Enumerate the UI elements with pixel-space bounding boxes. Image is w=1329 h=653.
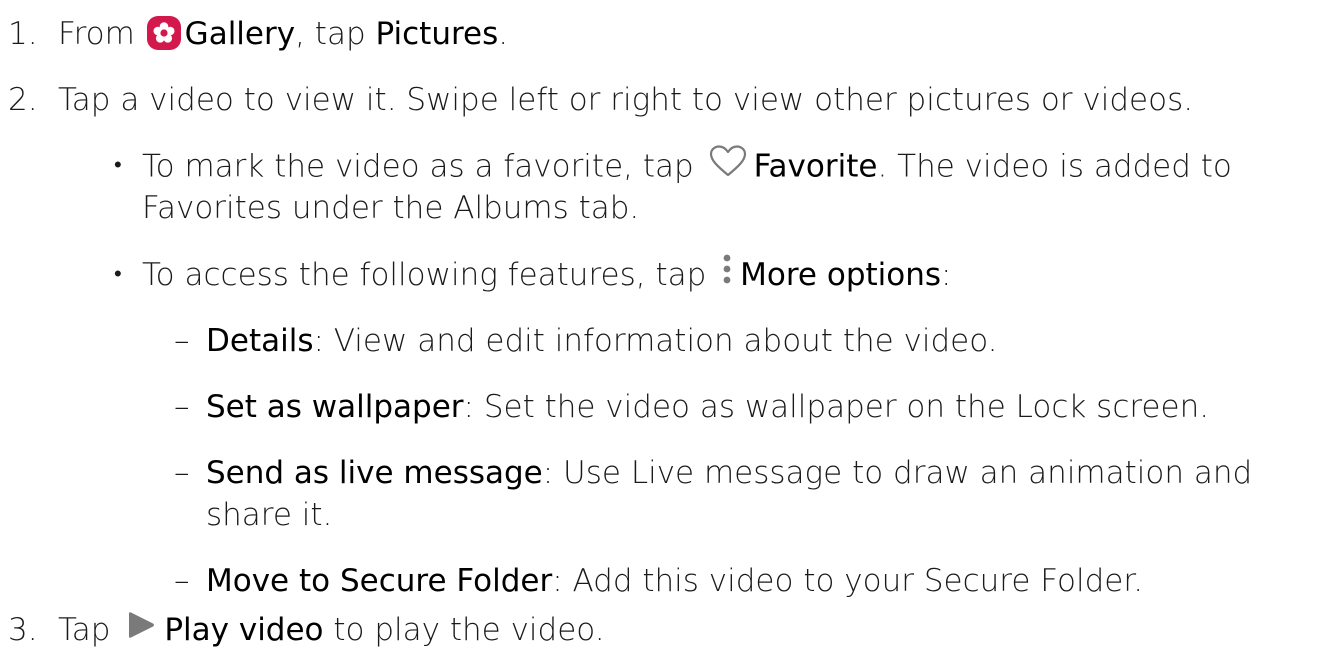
more-options-icon: [722, 254, 732, 294]
step-number: 3.: [8, 612, 38, 648]
play-video-label: Play video: [164, 612, 324, 648]
step-text: Tap: [58, 612, 111, 648]
sub-item-desc: : Set the video as wallpaper on the Lock…: [463, 389, 1210, 425]
dash-marker: –: [174, 563, 190, 599]
sub-item-label: Set as wallpaper: [206, 389, 464, 425]
bullet-dot: •: [114, 262, 122, 287]
gallery-icon: [146, 15, 181, 50]
bullet-dot: •: [114, 153, 122, 178]
favorite-label: Favorite: [753, 148, 878, 185]
bullet-text: To access the following features, tap: [142, 257, 707, 293]
step-text: , tap: [295, 16, 376, 52]
sub-item-desc: : Add this video to your Secure Folder.: [552, 563, 1144, 599]
step-number: 2.: [8, 82, 38, 118]
more-options-label: More options: [740, 257, 942, 293]
step-text: .: [498, 16, 509, 52]
bullet-text: To mark the video as a favorite, tap: [142, 148, 694, 185]
bullet-text-continuation: Favorites under the Albums tab.: [142, 190, 640, 226]
step-text: Tap a video to view it. Swipe left or ri…: [58, 82, 1194, 118]
sub-item-label: Move to Secure Folder: [206, 563, 553, 599]
heart-icon: [708, 144, 748, 188]
pictures-label: Pictures: [375, 16, 499, 52]
sub-item-label: Send as live message: [206, 455, 543, 491]
sub-item-label: Details: [206, 323, 314, 359]
dash-marker: –: [174, 455, 190, 491]
sub-item-desc: : Use Live message to draw an animation …: [542, 455, 1253, 491]
sub-item-desc: : View and edit information about the vi…: [313, 323, 998, 359]
play-icon: [126, 609, 156, 651]
dash-marker: –: [174, 323, 190, 359]
sub-item-desc-continuation: share it.: [206, 497, 333, 533]
bullet-text: :: [941, 257, 952, 293]
step-number: 1.: [8, 16, 38, 52]
bullet-text: . The video is added to: [877, 148, 1232, 185]
step-text: to play the video.: [323, 612, 605, 648]
dash-marker: –: [174, 389, 190, 425]
gallery-label: Gallery: [184, 16, 296, 52]
step-text: From: [58, 16, 135, 52]
